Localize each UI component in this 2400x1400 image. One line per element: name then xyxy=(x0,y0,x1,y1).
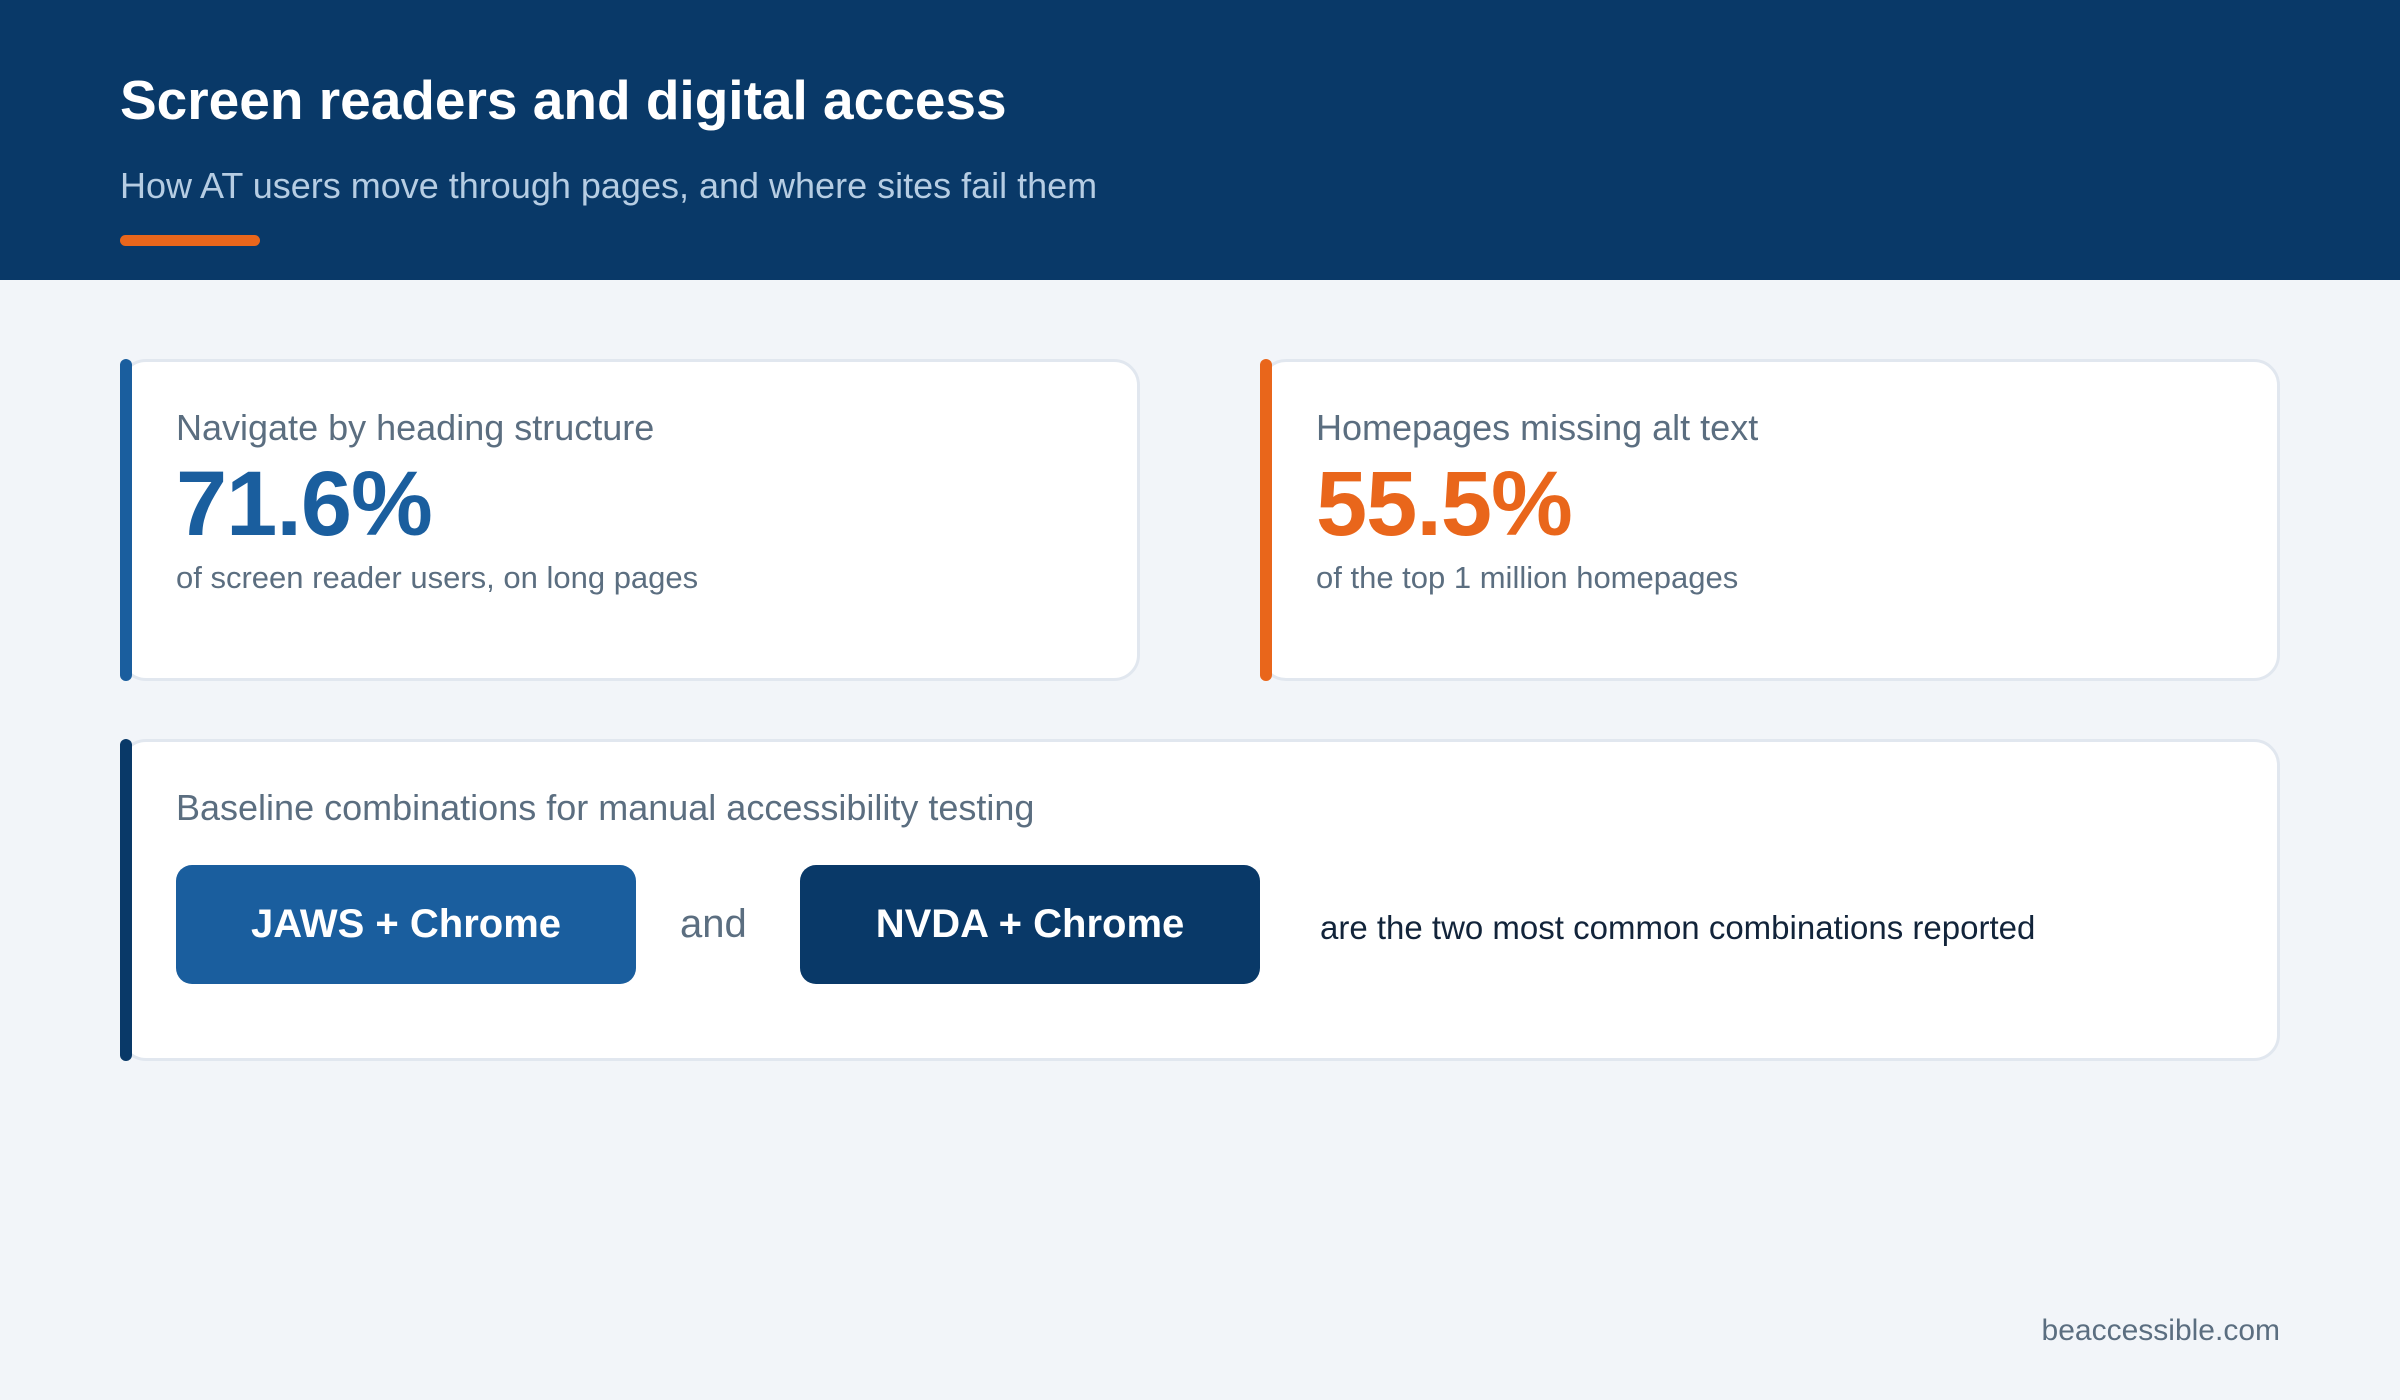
page-subtitle: How AT users move through pages, and whe… xyxy=(120,165,1098,206)
source-credit: beaccessible.com xyxy=(2041,1314,2280,1347)
stat-description: of the top 1 million homepages xyxy=(1316,560,1739,595)
stat-label: Navigate by heading structure xyxy=(176,407,655,448)
stat-label: Homepages missing alt text xyxy=(1316,407,1759,448)
stat-card-accent-bar xyxy=(1260,359,1272,681)
combination-connector: and xyxy=(680,902,747,946)
combination-card-accent-bar xyxy=(120,739,132,1061)
stat-description: of screen reader users, on long pages xyxy=(176,560,699,595)
combination-tagline: are the two most common combinations rep… xyxy=(1320,909,2036,946)
jaws-chrome-pill: JAWS + Chrome xyxy=(176,865,636,984)
header-banner: Screen readers and digital access How AT… xyxy=(0,0,2400,280)
stat-card-accent-bar xyxy=(120,359,132,681)
stat-value: 55.5% xyxy=(1316,453,1573,555)
accent-rule xyxy=(120,235,260,246)
page-title: Screen readers and digital access xyxy=(120,69,1007,131)
nvda-chrome-pill: NVDA + Chrome xyxy=(800,865,1260,984)
combination-label: Baseline combinations for manual accessi… xyxy=(176,787,1035,828)
stat-value: 71.6% xyxy=(176,453,433,555)
